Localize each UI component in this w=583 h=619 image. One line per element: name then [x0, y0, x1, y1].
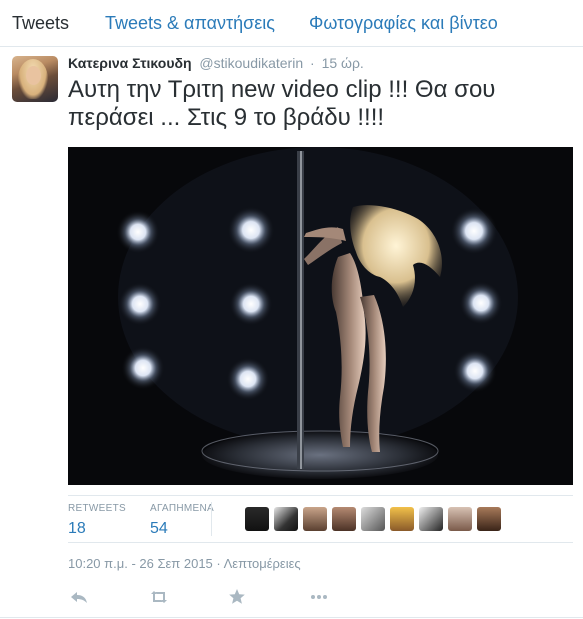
tweet-photo[interactable]: [68, 147, 573, 485]
fav-avatar[interactable]: [448, 507, 472, 531]
tweet-timestamp[interactable]: 10:20 π.μ. - 26 Σεπ 2015 · Λεπτομέρειες: [68, 556, 301, 571]
retweets-count[interactable]: 18: [68, 519, 126, 539]
tweet-divider: [0, 617, 583, 618]
fav-avatar[interactable]: [303, 507, 327, 531]
tweet-header: Κατερινα Στικουδη @stikoudikaterin · 15 …: [68, 54, 364, 72]
fav-avatar[interactable]: [390, 507, 414, 531]
tab-photos-and-videos[interactable]: Φωτογραφίες και βίντεο: [309, 12, 498, 34]
fav-avatar[interactable]: [477, 507, 501, 531]
favorite-icon[interactable]: [226, 586, 248, 608]
fav-avatar[interactable]: [361, 507, 385, 531]
profile-tabs: Tweets Tweets & απαντήσεις Φωτογραφίες κ…: [0, 0, 583, 47]
reply-icon[interactable]: [68, 586, 90, 608]
retweets-stat[interactable]: RETWEETS 18: [68, 503, 126, 539]
fav-avatar[interactable]: [245, 507, 269, 531]
photo-image: [68, 147, 573, 485]
tab-tweets[interactable]: Tweets: [12, 12, 69, 34]
retweets-label: RETWEETS: [68, 503, 126, 514]
favorites-stat[interactable]: ΑΓΑΠΗΜΕΝΑ 54: [150, 503, 214, 539]
header-separator: ·: [310, 55, 315, 71]
author-handle[interactable]: @stikoudikaterin: [199, 55, 303, 71]
fav-avatar[interactable]: [332, 507, 356, 531]
author-name[interactable]: Κατερινα Στικουδη: [68, 55, 192, 71]
fav-avatar[interactable]: [274, 507, 298, 531]
fav-avatar[interactable]: [419, 507, 443, 531]
stats-divider: [211, 502, 212, 536]
more-icon[interactable]: [308, 586, 330, 608]
favorites-label: ΑΓΑΠΗΜΕΝΑ: [150, 503, 214, 514]
tweet-time[interactable]: 15 ώρ.: [322, 55, 364, 71]
favorites-count[interactable]: 54: [150, 519, 214, 539]
tweet-stats: RETWEETS 18 ΑΓΑΠΗΜΕΝΑ 54: [68, 495, 573, 543]
author-avatar[interactable]: [12, 56, 58, 102]
tweet-text: Αυτη την Τριτη new video clip !!! Θα σου…: [68, 76, 496, 131]
retweet-icon[interactable]: [148, 586, 170, 608]
tab-tweets-and-replies[interactable]: Tweets & απαντήσεις: [105, 12, 275, 34]
